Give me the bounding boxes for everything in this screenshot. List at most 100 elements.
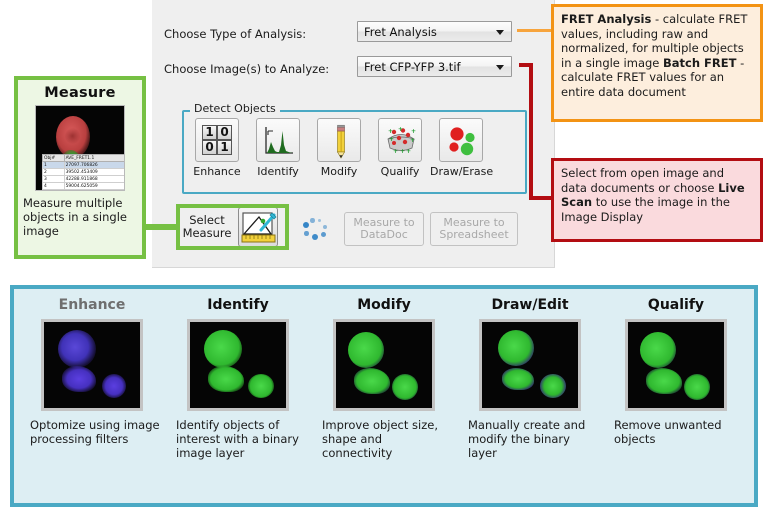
cell-green-small: [540, 374, 566, 398]
connector-green: [142, 224, 180, 230]
cell-green-small: [392, 374, 418, 400]
cell-green-small: [248, 374, 274, 398]
cell-blue-large: [58, 330, 96, 368]
workflow-step-qualify: Qualify Remove unwanted objects: [606, 297, 746, 446]
svg-text:+: +: [393, 148, 398, 155]
connector-red-seg2: [529, 63, 533, 200]
workflow-title-qualify: Qualify: [647, 297, 705, 313]
fret-callout-bold2: Batch FRET: [663, 55, 737, 70]
tool-draw-erase[interactable]: Draw/Erase: [430, 118, 494, 178]
measure-callout-caption: Measure multiple objects in a single ima…: [23, 196, 127, 238]
analysis-type-dropdown[interactable]: Fret Analysis: [357, 21, 512, 42]
cell-green-large: [498, 330, 534, 366]
workflow-step-modify: Modify Improve object size, shape and co…: [314, 297, 454, 460]
image-select-dropdown[interactable]: Fret CFP-YFP 3.tif: [357, 56, 512, 77]
workflow-title-identify: Identify: [207, 297, 269, 313]
svg-text:+: +: [398, 126, 403, 133]
measure-callout: Measure Obj# AVE_FRET1.1 1 27097.706826 2…: [14, 76, 146, 259]
image-select-value: Fret CFP-YFP 3.tif: [364, 59, 461, 74]
measure-data-table: Obj# AVE_FRET1.1 1 27097.706826 2 39502.45…: [42, 154, 124, 190]
col-header-avefret: AVE_FRET1.1: [63, 154, 124, 162]
svg-text:+: +: [388, 128, 393, 135]
measure-to-datadoc-line2: DataDoc: [360, 228, 408, 241]
binary-grid-icon: 1 0 0 1: [202, 125, 234, 157]
cell-blue-mid: [62, 366, 96, 392]
table-row: 3 42288.911868: [42, 175, 124, 183]
cell-green-mid: [502, 368, 534, 390]
image-select-label: Choose Image(s) to Analyze:: [164, 62, 330, 76]
svg-text:+: +: [389, 136, 394, 143]
tool-label-identify: Identify: [257, 165, 299, 178]
cell-green-mid: [208, 366, 244, 392]
qualify-filter-icon: + + + + + + + +: [387, 126, 416, 155]
workflow-caption-draw-edit: Manually create and modify the binary la…: [468, 418, 586, 460]
tool-identify[interactable]: Identify: [247, 118, 309, 178]
image-source-callout: Select from open image and data document…: [551, 158, 763, 242]
tool-label-qualify: Qualify: [380, 165, 420, 178]
cell-green-large: [640, 332, 676, 368]
workflow-title-draw-edit: Draw/Edit: [491, 297, 569, 313]
table-header-row: Obj# AVE_FRET1.1: [42, 154, 124, 162]
table-row: 2 39502.453409: [42, 168, 124, 176]
pencil-icon: [337, 124, 345, 159]
measure-callout-title: Measure: [44, 85, 116, 101]
measure-thumbnail: Obj# AVE_FRET1.1 1 27097.706826 2 39502.45…: [35, 105, 125, 191]
tool-label-modify: Modify: [320, 165, 358, 178]
histogram-icon: [265, 127, 293, 154]
analysis-type-label: Choose Type of Analysis:: [164, 27, 307, 41]
chevron-down-icon: [496, 64, 504, 70]
cell-green-mid: [646, 368, 682, 394]
draw-erase-button[interactable]: [439, 118, 483, 162]
identify-button[interactable]: [256, 118, 300, 162]
workflow-step-draw-edit: Draw/Edit Manually create and modify the…: [460, 297, 600, 460]
col-header-objnum: Obj#: [42, 154, 65, 162]
screenshot-root: Choose Type of Analysis: Fret Analysis C…: [0, 0, 767, 513]
tool-enhance[interactable]: 1 0 0 1 Enhance: [186, 118, 248, 178]
qualify-button[interactable]: + + + + + + + +: [378, 118, 422, 162]
cells-green-blue-thumb: [479, 319, 581, 411]
workflow-title-enhance: Enhance: [58, 297, 126, 313]
source-callout-text1: Select from open image and data document…: [561, 166, 725, 195]
cells-green-thumb: [333, 319, 435, 411]
tool-modify[interactable]: Modify: [308, 118, 370, 178]
cell-green-large: [348, 332, 384, 368]
workflow-caption-qualify: Remove unwanted objects: [614, 418, 722, 446]
workflow-caption-identify: Identify objects of interest with a bina…: [176, 418, 299, 460]
cell-green-small: [684, 374, 710, 400]
svg-text:+: +: [406, 148, 411, 155]
analysis-type-value: Fret Analysis: [364, 24, 437, 39]
loading-spinner: [302, 218, 332, 240]
workflow-caption-enhance: Optomize using image processing filters: [30, 418, 160, 446]
cell-green-mid: [354, 368, 390, 394]
svg-text:+: +: [411, 128, 416, 135]
workflow-step-identify: Identify Identify objects of interest wi…: [168, 297, 308, 460]
workflow-title-modify: Modify: [357, 297, 411, 313]
workflow-caption-modify: Improve object size, shape and connectiv…: [322, 418, 438, 460]
fret-callout-bold1: FRET Analysis: [561, 12, 652, 26]
chevron-down-icon: [496, 29, 504, 35]
cell-blue-small: [102, 374, 126, 398]
blobs-icon: [449, 127, 475, 156]
enhance-button[interactable]: 1 0 0 1: [195, 118, 239, 162]
measure-to-datadoc-button[interactable]: Measure to DataDoc: [344, 212, 424, 246]
tool-label-draw-erase: Draw/Erase: [430, 165, 494, 178]
table-row: 1 27097.706826: [42, 161, 124, 169]
measure-to-spreadsheet-line2: Spreadsheet: [439, 228, 509, 241]
measure-to-spreadsheet-button[interactable]: Measure to Spreadsheet: [430, 212, 518, 246]
fret-analysis-callout: FRET Analysis - calculate FRET values, i…: [551, 4, 763, 122]
cell-red-nucleus: [65, 128, 80, 144]
tool-label-enhance: Enhance: [193, 165, 241, 178]
cells-green-thumb: [625, 319, 727, 411]
svg-text:+: +: [410, 137, 415, 144]
detect-objects-title: Detect Objects: [190, 102, 280, 115]
workflow-panel: Enhance Optomize using image processing …: [10, 285, 758, 507]
svg-text:+: +: [400, 148, 405, 155]
cells-green-thumb: [187, 319, 289, 411]
workflow-step-enhance: Enhance Optomize using image processing …: [22, 297, 162, 446]
tool-qualify[interactable]: + + + + + + + + Qualify: [369, 118, 431, 178]
modify-button[interactable]: [317, 118, 361, 162]
select-measure-highlight: [176, 204, 289, 250]
cells-blue-thumb: [41, 319, 143, 411]
cell-green-large: [204, 330, 242, 368]
table-row: 4 59004.625059: [42, 182, 124, 190]
